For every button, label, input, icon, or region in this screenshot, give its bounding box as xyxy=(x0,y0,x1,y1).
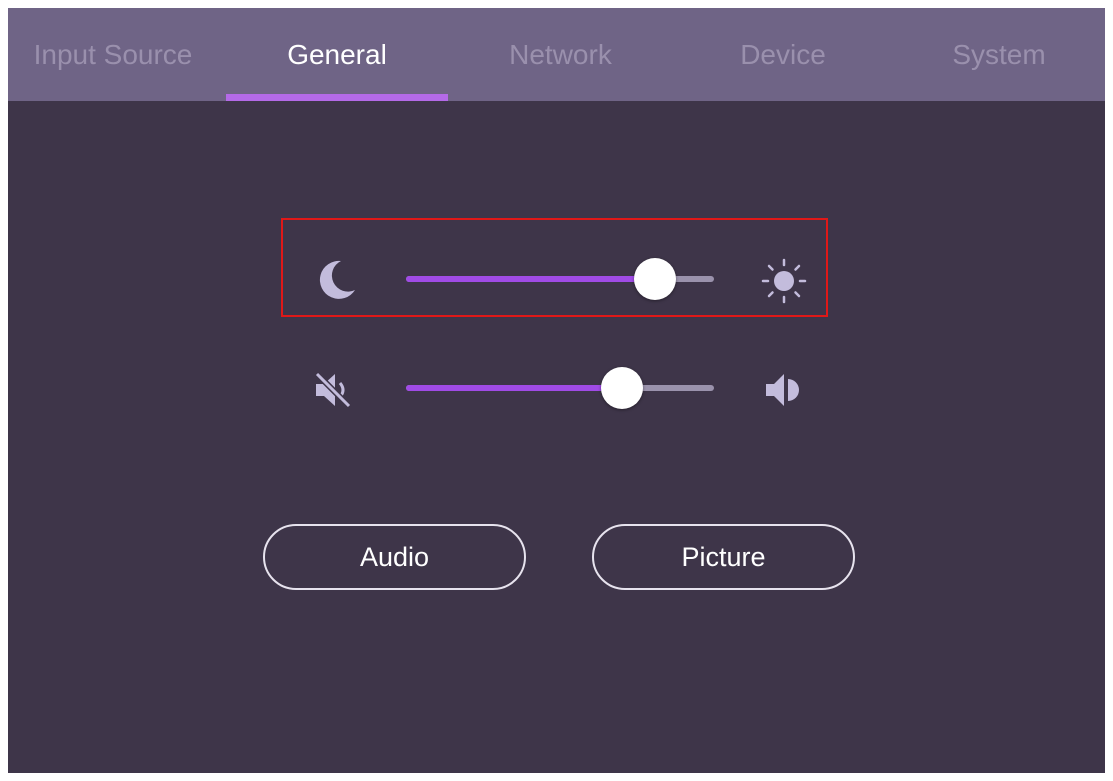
tab-system[interactable]: System xyxy=(893,8,1105,101)
brightness-slider-fill xyxy=(406,276,656,282)
tab-general[interactable]: General xyxy=(226,8,448,101)
moon-icon xyxy=(319,260,355,299)
picture-button[interactable]: Picture xyxy=(592,524,855,590)
volume-slider[interactable] xyxy=(406,367,714,409)
volume-slider-thumb[interactable] xyxy=(600,367,643,409)
settings-screen: Input Source General Network Device Syst… xyxy=(8,8,1105,773)
tab-bar: Input Source General Network Device Syst… xyxy=(8,8,1105,101)
brightness-slider-thumb[interactable] xyxy=(634,258,677,300)
tab-network[interactable]: Network xyxy=(448,8,673,101)
tab-input-source[interactable]: Input Source xyxy=(8,8,218,101)
tab-device[interactable]: Device xyxy=(673,8,893,101)
volume-up-icon xyxy=(766,374,799,406)
active-tab-indicator xyxy=(226,94,448,101)
volume-mute-icon xyxy=(314,371,352,409)
volume-slider-fill xyxy=(406,385,622,391)
sun-icon xyxy=(761,258,807,304)
brightness-slider[interactable] xyxy=(406,258,714,300)
audio-button[interactable]: Audio xyxy=(263,524,526,590)
